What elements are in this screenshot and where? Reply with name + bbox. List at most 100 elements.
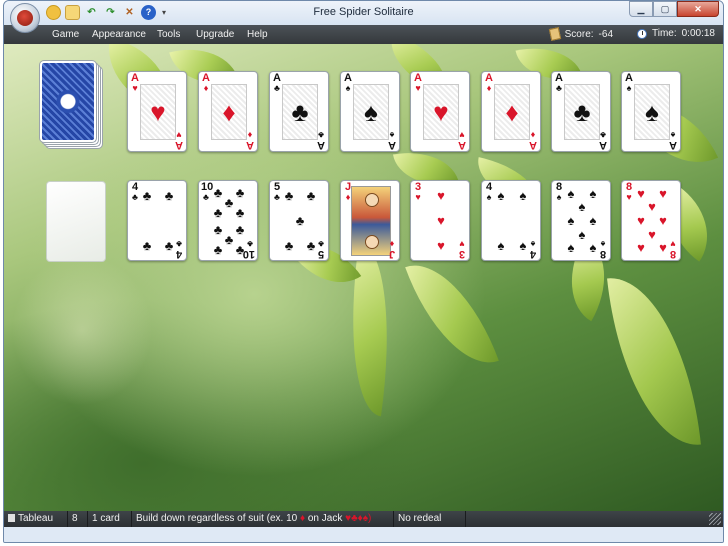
card-corner-bottom: A ♠ [387, 130, 397, 151]
tableau-card[interactable]: 5 ♣ ♣ ♣ ♣ ♣ ♣ 5 ♣ [269, 180, 329, 261]
card-rank: A [246, 139, 254, 151]
card-corner-bottom: A ♣ [316, 130, 326, 151]
card-corner-bottom: A ♠ [668, 130, 678, 151]
jack-face-illustration [351, 186, 391, 256]
card-suit: ♥ [459, 130, 465, 140]
app-logo-icon [17, 10, 33, 26]
card-corner: 10 ♣ [201, 182, 213, 202]
card-corner: A ♦ [484, 73, 494, 93]
status-redeal: No redeal [394, 511, 466, 527]
tableau-card[interactable]: 10 ♣ ♣ ♣ ♣ ♣ ♣ ♣ ♣ ♣ ♣ ♣ 10 ♣ [198, 180, 258, 261]
spade-pip: ♠ [497, 238, 505, 253]
card-rank: A [175, 139, 183, 151]
app-menu-button[interactable] [10, 3, 40, 33]
heart-pip: ♥ [637, 213, 645, 228]
card-corner: A ♣ [272, 73, 282, 93]
card-corner: 3 ♥ [413, 182, 423, 202]
card-corner-bottom: A ♦ [245, 130, 255, 151]
card-suit: ♦ [203, 83, 209, 93]
card-suit: ♠ [626, 83, 632, 93]
game-board: A ♥ ♥ A ♥ A ♦ ♦ A ♦ A ♣ ♣ A ♣ A ♠ ♠ A ♠ A ♥ ♥ A ♥ … [4, 44, 723, 511]
card-suit: ♠ [389, 130, 395, 140]
club-pip: ♣ [142, 238, 152, 253]
spade-pip: ♠ [519, 188, 527, 203]
time-value: 0:00:18 [681, 28, 715, 39]
card-corner-bottom: 5 ♣ [316, 239, 326, 260]
club-pip: ♣ [284, 188, 294, 203]
tableau-card[interactable]: 4 ♠ ♠ ♠ ♠ ♠ 4 ♠ [481, 180, 541, 261]
menu-upgrade[interactable]: Upgrade [196, 29, 234, 40]
menu-tools[interactable]: Tools [157, 29, 180, 40]
card-rank: 3 [458, 248, 466, 260]
foundation-card: A ♣ ♣ A ♣ [269, 71, 329, 152]
card-corner: A ♣ [554, 73, 564, 93]
club-pip: ♣ [295, 213, 305, 228]
ace-frame: ♠ [634, 84, 670, 140]
tableau-icon [8, 514, 15, 522]
minimize-button[interactable]: ▁ [629, 1, 653, 17]
club-pip: ♣ [142, 188, 152, 203]
menu-appearance[interactable]: Appearance [92, 29, 146, 40]
app-window: ↶ ↷ ✕ ? ▾ Free Spider Solitaire ▁ ▢ ✕ Ga… [3, 0, 724, 543]
maximize-button[interactable]: ▢ [653, 1, 677, 17]
time-display: Time: 0:00:18 [636, 28, 715, 39]
menu-help[interactable]: Help [247, 29, 268, 40]
card-corner: A ♥ [413, 73, 423, 93]
card-suit: ♣ [318, 130, 324, 140]
tableau-card[interactable]: J ♦ J ♦ [340, 180, 400, 261]
tableau-card[interactable]: 3 ♥ ♥ ♥ ♥ 3 ♥ [410, 180, 470, 261]
card-suit: ♣ [247, 239, 253, 249]
empty-tableau-slot[interactable] [46, 181, 106, 262]
card-suit: ♣ [176, 239, 182, 249]
status-tableau-label: Tableau [18, 513, 54, 524]
card-corner: 5 ♣ [272, 182, 282, 202]
card-corner-bottom: 4 ♣ [174, 239, 184, 260]
suit-icons: ♥♣♦♠) [345, 513, 372, 524]
card-corner-bottom: A ♣ [598, 130, 608, 151]
card-corner: A ♠ [343, 73, 353, 93]
card-rank: A [599, 139, 607, 151]
card-suit: ♣ [274, 83, 280, 93]
resize-grip[interactable] [709, 513, 721, 525]
spade-pip: ♠ [589, 186, 597, 201]
card-corner: A ♠ [624, 73, 634, 93]
club-pip: ♣ [164, 188, 174, 203]
card-suit: ♦ [486, 83, 492, 93]
heart-pip: ♥ [659, 186, 667, 201]
card-corner-bottom: A ♥ [457, 130, 467, 151]
face-head [365, 235, 379, 249]
card-suit: ♠ [486, 192, 492, 202]
card-suit: ♦ [530, 130, 536, 140]
card-suit: ♣ [556, 83, 562, 93]
ace-frame: ♥ [423, 84, 459, 140]
ace-frame: ♦ [494, 84, 530, 140]
tableau-card[interactable]: 8 ♥ ♥ ♥ ♥ ♥ ♥ ♥ ♥ ♥ 8 ♥ [621, 180, 681, 261]
foundation-card: A ♣ ♣ A ♣ [551, 71, 611, 152]
card-rank: 4 [529, 248, 537, 260]
title-bar: ↶ ↷ ✕ ? ▾ Free Spider Solitaire ▁ ▢ ✕ [4, 1, 723, 33]
tableau-card[interactable]: 4 ♣ ♣ ♣ ♣ ♣ 4 ♣ [127, 180, 187, 261]
ace-frame: ♥ [140, 84, 176, 140]
ace-frame: ♣ [564, 84, 600, 140]
card-suit: ♠ [670, 130, 676, 140]
ace-frame: ♣ [282, 84, 318, 140]
menu-game[interactable]: Game [52, 29, 79, 40]
club-pip: ♣ [284, 238, 294, 253]
card-suit: ♠ [530, 239, 536, 249]
heart-pip: ♥ [637, 240, 645, 255]
tableau-card[interactable]: 8 ♠ ♠ ♠ ♠ ♠ ♠ ♠ ♠ ♠ 8 ♠ [551, 180, 611, 261]
window-controls: ▁ ▢ ✕ [629, 1, 719, 17]
club-pip: ♣ [235, 205, 245, 220]
card-suit: ♥ [626, 192, 632, 202]
diamond-pip: ♦ [222, 97, 236, 127]
foundation-card: A ♠ ♠ A ♠ [621, 71, 681, 152]
card-suit: ♥ [415, 83, 421, 93]
spade-pip: ♠ [497, 188, 505, 203]
ace-frame: ♠ [353, 84, 389, 140]
close-button[interactable]: ✕ [677, 1, 719, 17]
stock-pile[interactable] [40, 61, 102, 151]
window-title: Free Spider Solitaire [313, 6, 414, 18]
menu-bar: Game Appearance Tools Upgrade Help Score… [4, 25, 723, 44]
card-corner-bottom: 8 ♠ [598, 239, 608, 260]
spade-pip: ♠ [589, 213, 597, 228]
